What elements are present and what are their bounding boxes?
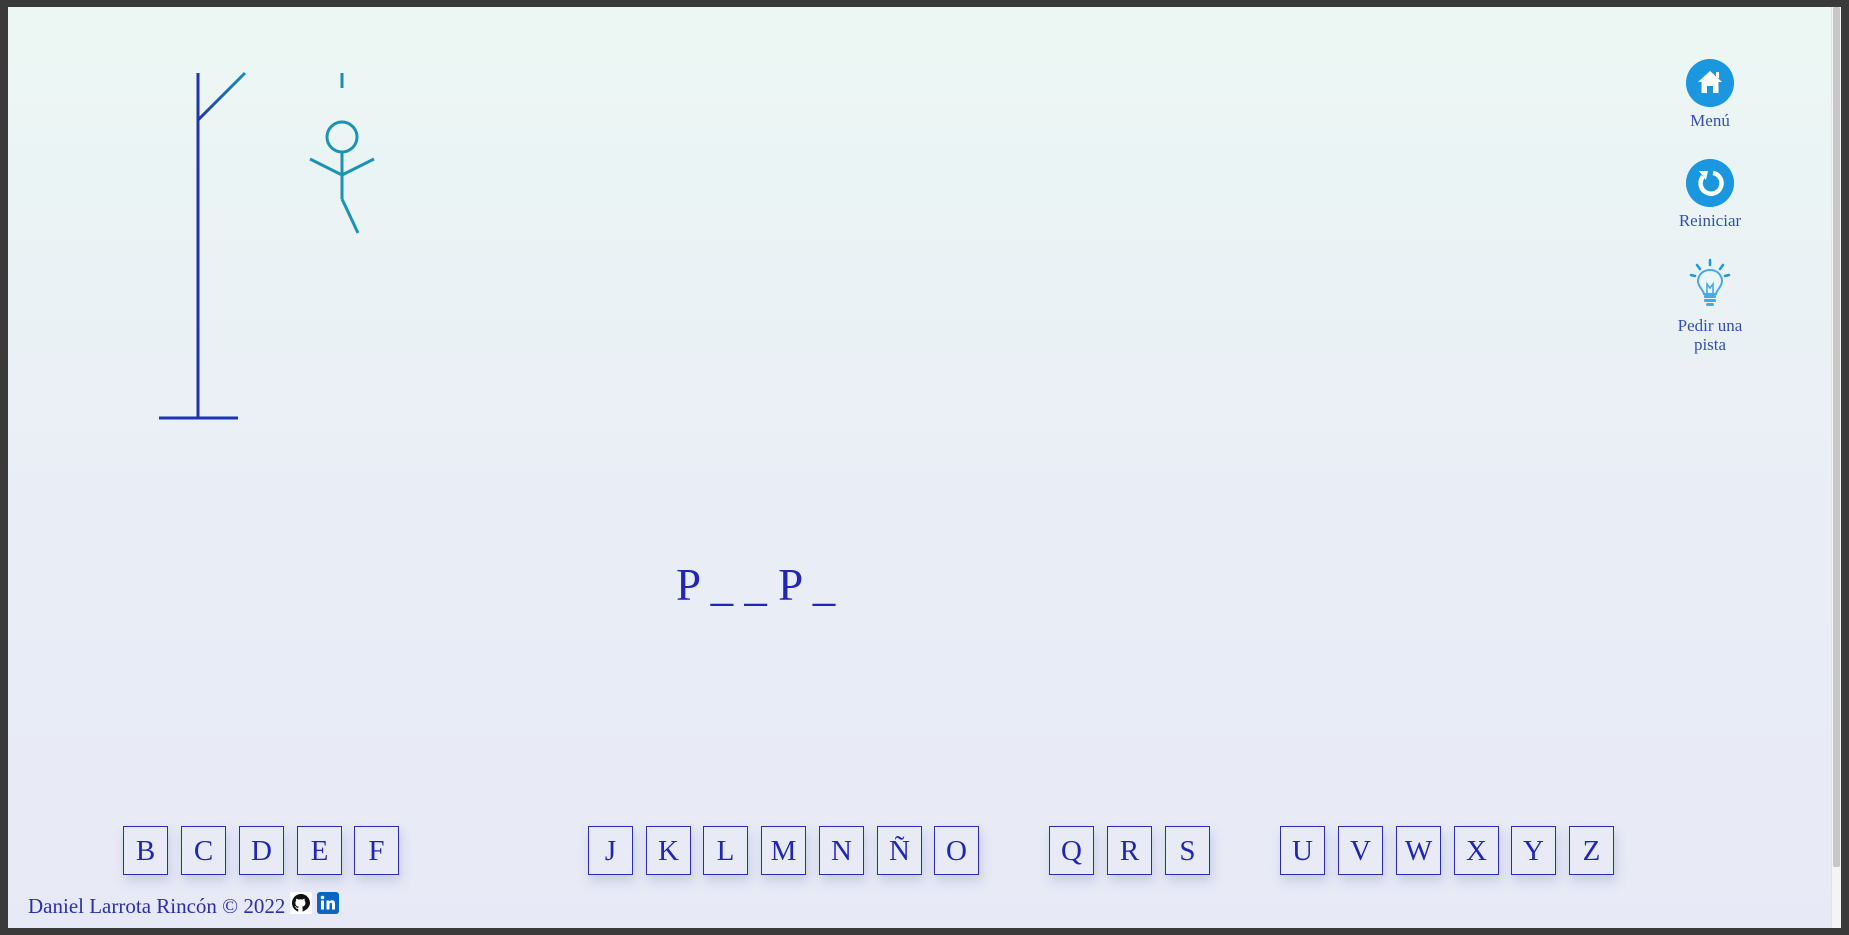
letter-key-n[interactable]: N xyxy=(819,826,864,875)
github-icon[interactable] xyxy=(290,891,313,914)
letter-key-l[interactable]: L xyxy=(703,826,748,875)
letter-key-r[interactable]: R xyxy=(1107,826,1152,875)
letter-key-ñ[interactable]: Ñ xyxy=(877,826,922,875)
game-page: Menú Reiniciar Pedir una pista P _ _ P _… xyxy=(8,7,1841,928)
letter-key-z[interactable]: Z xyxy=(1569,826,1614,875)
letter-key-e[interactable]: E xyxy=(297,826,342,875)
scrollbar-thumb[interactable] xyxy=(1833,7,1840,867)
letter-key-u[interactable]: U xyxy=(1280,826,1325,875)
restart-button[interactable]: Reiniciar xyxy=(1640,159,1780,230)
figure-head xyxy=(325,120,359,154)
lightbulb-icon xyxy=(1689,258,1731,306)
footer: Daniel Larrota Rincón © 2022 xyxy=(28,891,340,919)
letter-key-m[interactable]: M xyxy=(761,826,806,875)
letter-key-j[interactable]: J xyxy=(588,826,633,875)
footer-credit: Daniel Larrota Rincón © 2022 xyxy=(28,894,286,918)
letter-key-o[interactable]: O xyxy=(934,826,979,875)
hangman-drawing xyxy=(159,71,375,420)
letter-key-s[interactable]: S xyxy=(1165,826,1210,875)
menu-label: Menú xyxy=(1690,111,1730,130)
letter-key-k[interactable]: K xyxy=(646,826,691,875)
hint-button[interactable]: Pedir una pista xyxy=(1640,258,1780,354)
figure-right-leg xyxy=(340,198,360,234)
figure-left-arm xyxy=(309,157,343,177)
gallows-brace xyxy=(196,71,247,122)
letter-key-b[interactable]: B xyxy=(123,826,168,875)
letter-key-y[interactable]: Y xyxy=(1511,826,1556,875)
letter-key-c[interactable]: C xyxy=(181,826,226,875)
letter-key-v[interactable]: V xyxy=(1338,826,1383,875)
letter-key-d[interactable]: D xyxy=(239,826,284,875)
restart-label: Reiniciar xyxy=(1678,211,1742,230)
hint-label-line-1: Pedir una xyxy=(1677,316,1743,335)
letter-key-f[interactable]: F xyxy=(354,826,399,875)
hangman-figure xyxy=(309,120,375,234)
linkedin-icon[interactable] xyxy=(317,891,340,914)
letter-key-w[interactable]: W xyxy=(1396,826,1441,875)
menu-button[interactable]: Menú xyxy=(1640,59,1780,130)
vertical-scrollbar[interactable] xyxy=(1831,7,1841,928)
hidden-word: P _ _ P _ xyxy=(676,560,836,610)
figure-right-arm xyxy=(341,157,375,177)
home-icon xyxy=(1686,59,1734,107)
letter-key-q[interactable]: Q xyxy=(1049,826,1094,875)
letter-key-x[interactable]: X xyxy=(1454,826,1499,875)
hint-label-line-2: pista xyxy=(1693,335,1727,354)
restart-icon xyxy=(1686,159,1734,207)
